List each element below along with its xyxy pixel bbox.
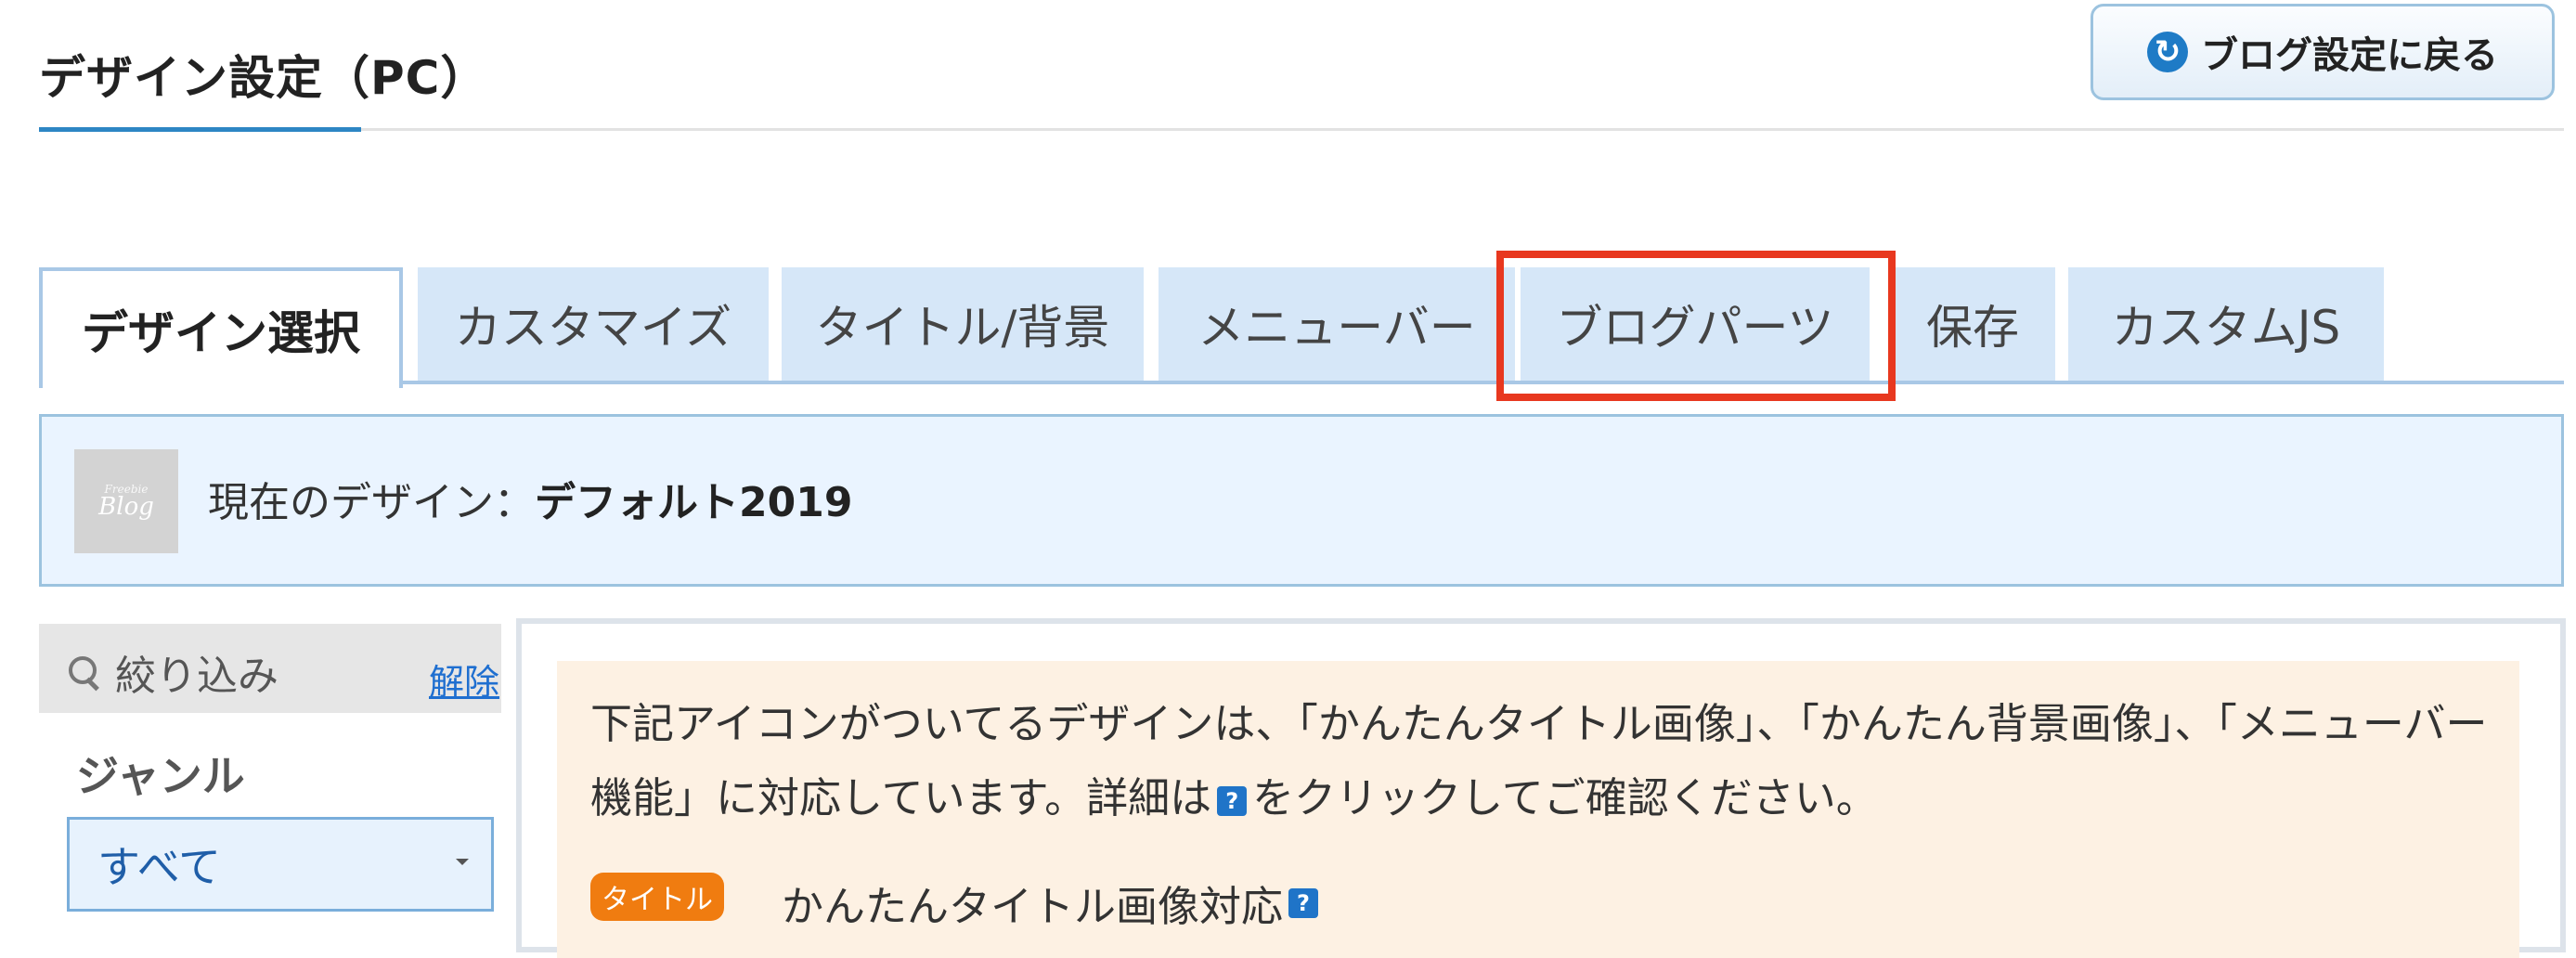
- notice-text: 下記アイコンがついてるデザインは、「かんたんタイトル画像」、「かんたん背景画像」…: [590, 699, 2488, 822]
- design-thumbnail: Freebie Blog: [74, 449, 178, 553]
- badge-description: かんたんタイトル画像対応?: [782, 873, 1324, 933]
- tab-design-select[interactable]: デザイン選択: [39, 267, 403, 388]
- genre-label: ジャンル: [76, 751, 245, 801]
- title-divider: [39, 128, 2564, 131]
- filter-title: 絞り込み: [67, 642, 278, 702]
- back-button-label: ブログ設定に戻る: [2201, 34, 2498, 77]
- current-design-label: 現在のデザイン：: [208, 479, 535, 526]
- help-icon[interactable]: ?: [1217, 786, 1248, 816]
- tab-menubar[interactable]: メニューバー: [1159, 267, 1515, 381]
- genre-select[interactable]: すべて: [67, 817, 494, 912]
- help-icon[interactable]: ?: [1288, 887, 1319, 918]
- genre-select-value: すべて: [97, 842, 221, 892]
- title-badge: タイトル: [590, 873, 724, 921]
- tab-title-background[interactable]: タイトル/背景: [782, 267, 1144, 381]
- return-arrow-icon: ↻: [2147, 32, 2188, 72]
- current-design-name: デフォルト2019: [535, 479, 853, 526]
- clear-filter-link[interactable]: 解除: [429, 654, 499, 705]
- chevron-down-icon: [456, 859, 469, 865]
- tabs-baseline: [39, 381, 2564, 384]
- tab-customize[interactable]: カスタマイズ: [418, 267, 769, 381]
- tab-custom-js[interactable]: カスタムJS: [2068, 267, 2384, 381]
- search-icon: [67, 654, 102, 690]
- back-to-blog-settings-button[interactable]: ↻ ブログ設定に戻る: [2091, 4, 2555, 100]
- page-title: デザイン設定（PC）: [39, 51, 488, 105]
- filter-label: 絞り込み: [115, 653, 278, 700]
- tab-save[interactable]: 保存: [1890, 267, 2055, 381]
- highlight-annotation: [1496, 251, 1896, 401]
- current-design-info: 現在のデザイン：デフォルト2019: [208, 469, 852, 528]
- title-accent-underline: [39, 127, 361, 132]
